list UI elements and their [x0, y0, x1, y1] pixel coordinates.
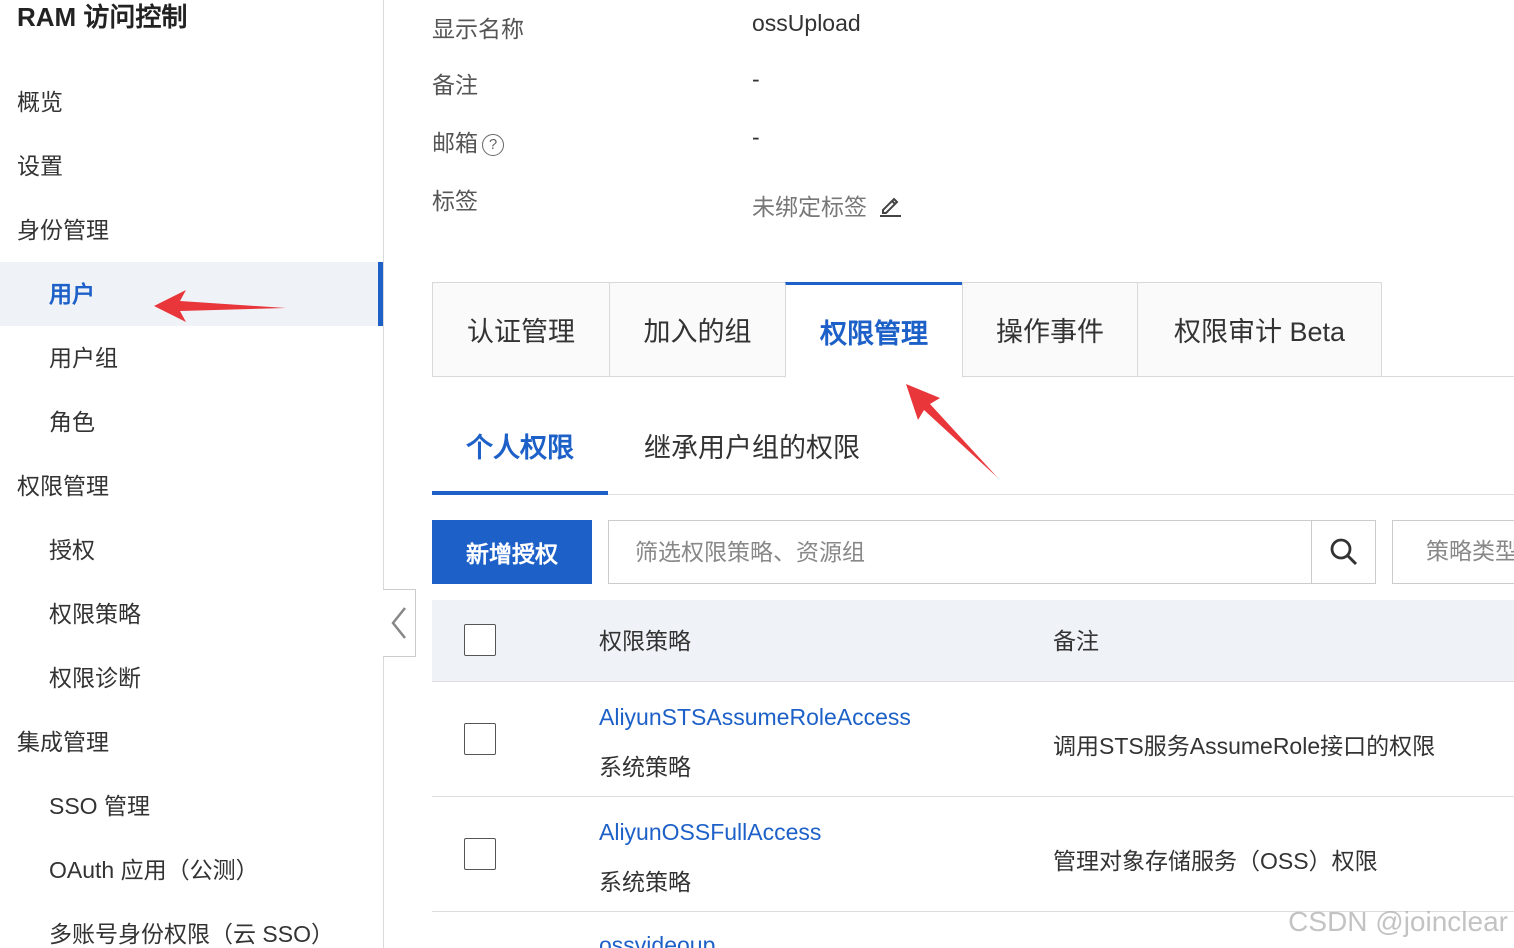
nav-identity[interactable]: 身份管理: [0, 198, 382, 262]
table-header: 权限策略 备注: [432, 600, 1514, 682]
policy-search-input[interactable]: [608, 520, 1312, 584]
nav-cloud-sso[interactable]: 多账号身份权限（云 SSO）: [0, 902, 382, 948]
watermark: CSDN @joinclear: [1288, 906, 1508, 937]
nav-permission-mgmt[interactable]: 权限管理: [0, 454, 382, 518]
policy-note: 调用STS服务AssumeRole接口的权限: [1053, 733, 1436, 759]
nav-settings[interactable]: 设置: [0, 134, 382, 198]
header-note: 备注: [1053, 628, 1099, 654]
brand-title: RAM 访问控制: [17, 2, 188, 32]
email-value: -: [752, 124, 760, 150]
search-icon: [1330, 538, 1357, 566]
tab-groups[interactable]: 加入的组: [609, 282, 786, 377]
annotation-arrow-icon: [906, 384, 998, 478]
header-policy: 权限策略: [599, 628, 691, 654]
nav-diagnosis[interactable]: 权限诊断: [0, 646, 382, 710]
edit-icon[interactable]: [877, 192, 903, 218]
display-name-value: ossUpload: [752, 10, 861, 36]
tab-auth[interactable]: 认证管理: [432, 282, 610, 377]
tags-value: 未绑定标签: [752, 194, 867, 220]
note-value: -: [752, 66, 760, 92]
select-all-checkbox[interactable]: [464, 624, 496, 656]
tab-permissions[interactable]: 权限管理: [785, 282, 963, 378]
row-checkbox[interactable]: [464, 838, 496, 870]
nav-integration[interactable]: 集成管理: [0, 710, 382, 774]
display-name-label: 显示名称: [432, 16, 524, 42]
policy-type-select[interactable]: 策略类型: [1392, 520, 1514, 584]
search-button[interactable]: [1311, 520, 1376, 584]
chevron-left-icon: [391, 607, 406, 639]
nav-user-groups[interactable]: 用户组: [0, 326, 382, 390]
tags-label: 标签: [432, 188, 478, 214]
email-label-group: 邮箱?: [432, 124, 504, 158]
email-label: 邮箱: [432, 130, 478, 156]
policy-note: 管理对象存储服务（OSS）权限: [1053, 848, 1378, 874]
table-row: AliyunSTSAssumeRoleAccess 系统策略 调用STS服务As…: [432, 682, 1514, 797]
subtab-personal[interactable]: 个人权限: [432, 405, 608, 495]
policy-type: 系统策略: [599, 754, 691, 780]
nav-policies[interactable]: 权限策略: [0, 582, 382, 646]
nav-roles[interactable]: 角色: [0, 390, 382, 454]
nav-overview[interactable]: 概览: [0, 70, 382, 134]
nav-sso[interactable]: SSO 管理: [0, 774, 382, 838]
help-icon[interactable]: ?: [482, 134, 504, 156]
policy-name-link[interactable]: ossvideoup: [599, 932, 715, 948]
policy-name-link[interactable]: AliyunSTSAssumeRoleAccess: [599, 704, 911, 731]
tags-value-group: 未绑定标签: [752, 188, 903, 222]
policy-name-link[interactable]: AliyunOSSFullAccess: [599, 819, 821, 846]
tab-events[interactable]: 操作事件: [962, 282, 1138, 377]
sidebar: RAM 访问控制 概览 设置 身份管理 用户 用户组 角色 权限管理 授权 权限…: [0, 0, 384, 948]
note-label: 备注: [432, 72, 478, 98]
sidebar-collapse-button[interactable]: [383, 589, 416, 657]
nav-active-indicator: [378, 262, 383, 326]
annotation-arrow-icon: [154, 290, 286, 322]
nav-grants[interactable]: 授权: [0, 518, 382, 582]
row-checkbox[interactable]: [464, 723, 496, 755]
policy-type: 系统策略: [599, 869, 691, 895]
add-grant-button[interactable]: 新增授权: [432, 520, 592, 584]
subtab-inherited[interactable]: 继承用户组的权限: [624, 405, 880, 495]
tab-audit[interactable]: 权限审计 Beta: [1137, 282, 1382, 377]
nav-oauth[interactable]: OAuth 应用（公测）: [0, 838, 382, 902]
table-row: AliyunOSSFullAccess 系统策略 管理对象存储服务（OSS）权限: [432, 797, 1514, 912]
